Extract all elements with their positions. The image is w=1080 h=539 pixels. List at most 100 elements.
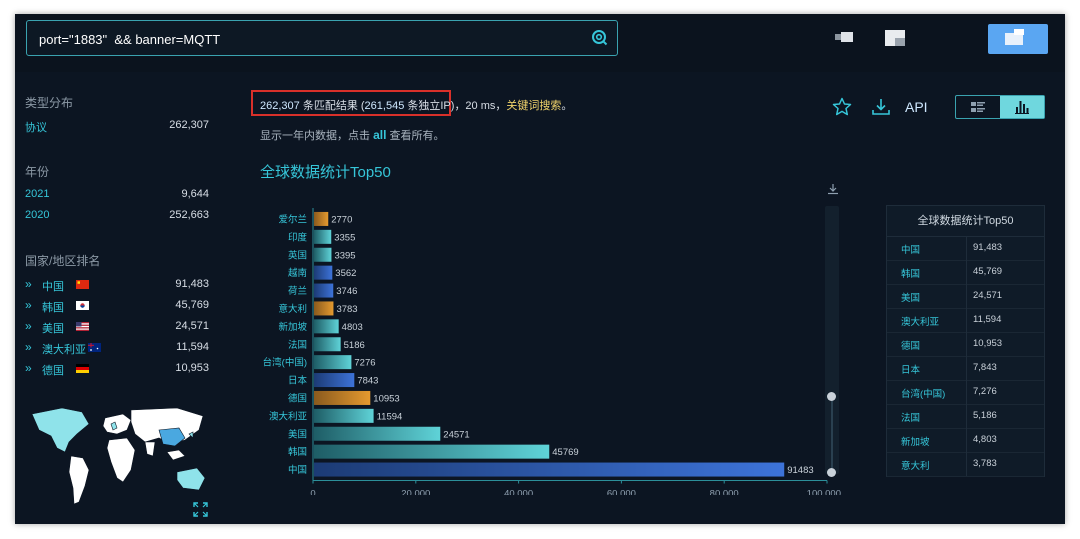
data-label: 24571 [443,429,469,440]
data-label: 2770 [331,214,352,225]
redacted-user-name[interactable] [841,32,853,42]
country-row-australia[interactable]: » 澳大利亚 11,594 [25,340,209,357]
category-label: 台湾(中国) [263,357,307,369]
korea-flag-icon [76,301,89,310]
table-divider [966,236,967,260]
expand-chevron-icon[interactable]: » [25,319,32,333]
country-row-china[interactable]: » 中国 91,483 [25,277,209,294]
country-label[interactable]: 澳大利亚 [42,341,86,357]
table-country[interactable]: 新加坡 [901,434,930,448]
scrollbar-track [831,398,833,468]
data-label: 3395 [334,250,355,261]
table-row[interactable]: 德国 10,953 [887,332,1044,357]
table-country[interactable]: 韩国 [901,266,920,280]
year-label[interactable]: 2020 [25,209,49,221]
list-view-button[interactable] [956,96,1000,118]
bar [314,301,334,316]
search-box[interactable] [26,20,618,56]
table-row[interactable]: 美国 24,571 [887,284,1044,309]
search-input[interactable] [37,28,581,50]
world-map[interactable] [27,404,217,512]
table-value: 3,783 [973,458,997,469]
time-range-note: 显示一年内数据，点击 all 查看所有。 [260,127,444,143]
country-row-germany[interactable]: » 德国 10,953 [25,361,209,378]
top50-table: 全球数据统计Top50 中国 91,483 韩国 45,769 美国 24,571 澳大利亚… [886,205,1045,477]
data-label: 11594 [377,411,403,422]
table-row[interactable]: 意大利 3,783 [887,452,1044,477]
country-value: 45,769 [175,299,209,311]
country-value: 24,571 [175,320,209,332]
year-row-2021[interactable]: 2021 9,644 [25,188,209,204]
redacted-login-button[interactable] [988,24,1048,54]
table-country[interactable]: 中国 [901,242,920,256]
bar [314,229,332,244]
data-label: 3783 [336,304,357,315]
bar [314,337,341,352]
country-value: 10,953 [175,362,209,374]
table-row[interactable]: 新加坡 4,803 [887,428,1044,453]
search-icon[interactable] [591,29,608,51]
year-label[interactable]: 2021 [25,188,49,200]
all-data-link[interactable]: all [373,128,386,142]
country-label[interactable]: 韩国 [42,299,64,315]
query-time: ，20 ms， [454,100,507,112]
expand-chevron-icon[interactable]: » [25,340,32,354]
data-label: 45769 [552,447,578,458]
type-distribution-title: 类型分布 [25,96,74,110]
table-row[interactable]: 台湾(中国) 7,276 [887,380,1044,405]
table-country[interactable]: 日本 [901,362,920,376]
table-country[interactable]: 意大利 [901,458,930,472]
category-label: 韩国 [288,446,307,458]
table-divider [966,380,967,404]
expand-chevron-icon[interactable]: » [25,361,32,375]
scrollbar-handle-top[interactable] [827,392,836,401]
country-row-usa[interactable]: » 美国 24,571 [25,319,209,336]
x-tick-label: 60,000 [607,489,636,496]
table-divider [966,332,967,356]
bar [314,462,785,477]
list-view-icon [971,102,985,112]
expand-chevron-icon[interactable]: » [25,277,32,291]
scrollbar-handle-bottom[interactable] [827,468,836,477]
download-icon[interactable] [871,97,891,122]
table-divider [966,284,967,308]
x-tick-label: 0 [310,489,315,496]
keyword-search-link[interactable]: 关键词搜索 [506,100,561,112]
chart-download-icon[interactable] [827,182,839,200]
type-row-protocol[interactable]: 协议 262,307 [25,119,209,135]
data-label: 7843 [357,376,378,387]
chart-view-button[interactable] [1000,96,1044,118]
country-row-korea[interactable]: » 韩国 45,769 [25,298,209,315]
year-row-2020[interactable]: 2020 252,663 [25,209,209,225]
x-tick-label: 80,000 [710,489,739,496]
table-country[interactable]: 美国 [901,290,920,304]
table-row[interactable]: 日本 7,843 [887,356,1044,381]
table-row[interactable]: 中国 91,483 [887,236,1044,261]
category-label: 法国 [288,339,307,351]
table-row[interactable]: 韩国 45,769 [887,260,1044,285]
favorite-star-icon[interactable] [832,97,852,122]
result-count-suffix: 条匹配结果 ( [299,100,365,112]
table-country[interactable]: 台湾(中国) [901,386,945,400]
type-value: 262,307 [169,119,209,131]
bar [314,355,352,370]
country-label[interactable]: 美国 [42,320,64,336]
country-label[interactable]: 中国 [42,278,64,294]
type-label[interactable]: 协议 [25,119,47,135]
table-row[interactable]: 澳大利亚 11,594 [887,308,1044,333]
table-value: 4,803 [973,434,997,445]
api-link[interactable]: API [905,99,928,115]
table-divider [966,308,967,332]
chart-zoom-scrollbar[interactable] [825,206,839,477]
table-value: 24,571 [973,290,1003,301]
table-country[interactable]: 德国 [901,338,920,352]
fullscreen-expand-icon[interactable] [193,502,208,522]
category-label: 荷兰 [288,285,307,297]
country-value: 11,594 [176,341,209,353]
table-row[interactable]: 法国 5,186 [887,404,1044,429]
category-label: 澳大利亚 [269,410,308,422]
country-label[interactable]: 德国 [42,362,64,378]
table-country[interactable]: 法国 [901,410,920,424]
table-country[interactable]: 澳大利亚 [901,314,939,328]
expand-chevron-icon[interactable]: » [25,298,32,312]
